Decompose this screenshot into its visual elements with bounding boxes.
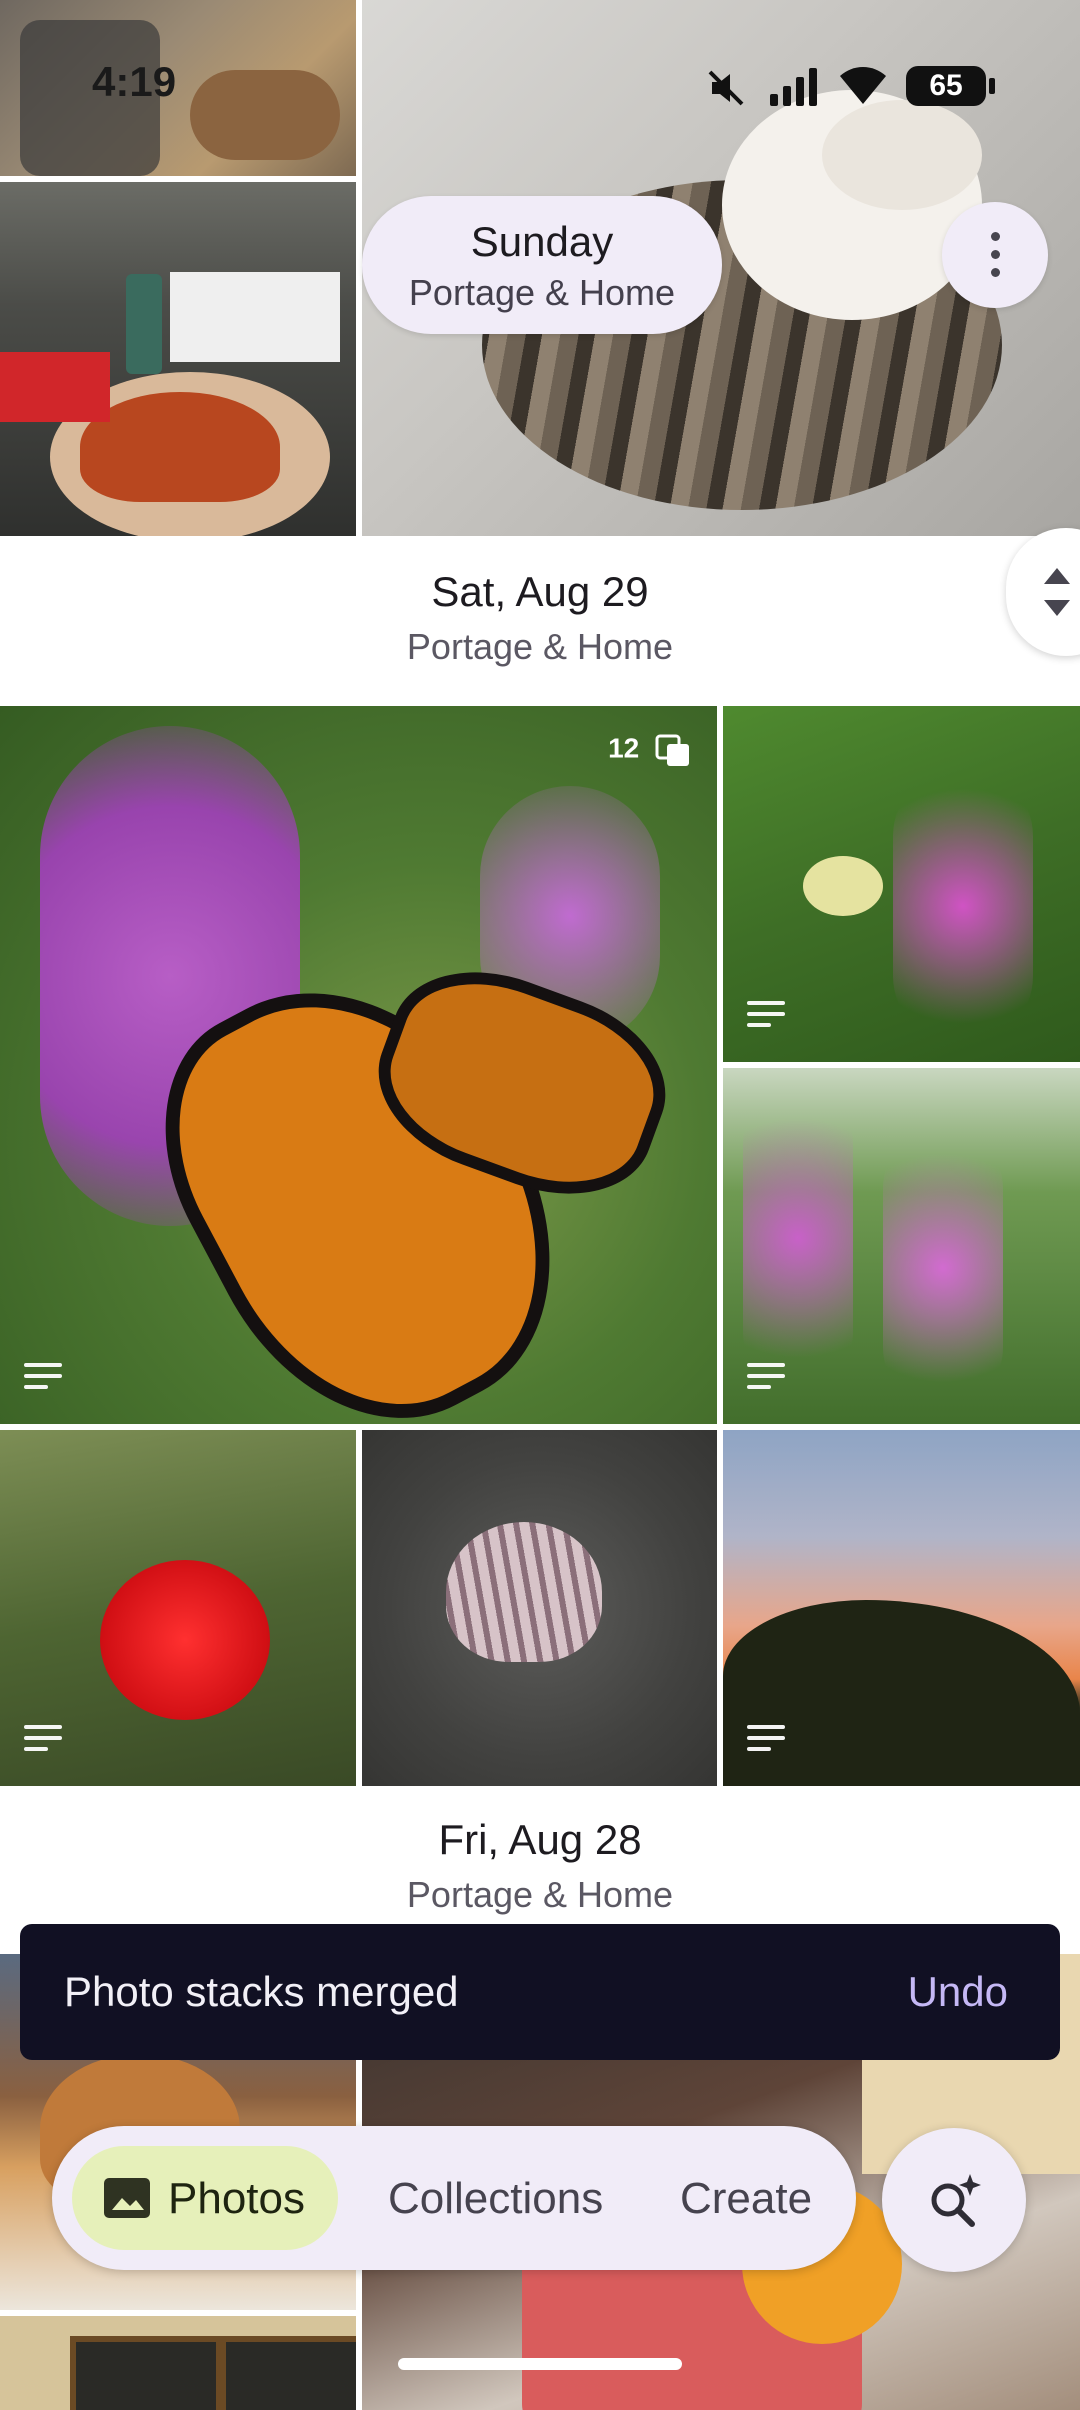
description-icon [24, 1725, 62, 1758]
photo-white-butterfly-tile[interactable] [723, 706, 1080, 1062]
description-icon [747, 1363, 785, 1396]
photo-stack-icon [655, 734, 689, 766]
description-icon [747, 1725, 785, 1758]
status-bar: 4:19 65 [0, 0, 1080, 170]
photo-monarch-stack-tile[interactable]: 12 [0, 706, 717, 1424]
section-header: Fri, Aug 28 Portage & Home [0, 1816, 1080, 1916]
photo-pizza-tile[interactable] [0, 182, 356, 536]
undo-button[interactable]: Undo [908, 1968, 1008, 2016]
wifi-icon [838, 64, 888, 111]
photo-red-berries-tile[interactable] [0, 1430, 356, 1786]
nav-collections-tab[interactable]: Collections [388, 2174, 603, 2224]
photo-purple-flowers-tile[interactable] [723, 1068, 1080, 1424]
stack-count: 12 [608, 732, 640, 764]
snackbar-message: Photo stacks merged [64, 1968, 459, 2015]
photo-sunset-tile[interactable] [723, 1430, 1080, 1786]
section-location: Portage & Home [406, 1874, 674, 1915]
status-time: 4:19 [92, 58, 177, 105]
photo-seashell-tile[interactable] [362, 1430, 717, 1786]
snackbar: Photo stacks merged Undo [20, 1924, 1060, 2060]
floating-date-location: Portage & Home [408, 272, 676, 313]
nav-photos-tab[interactable]: Photos [72, 2146, 338, 2250]
more-options-button[interactable] [942, 202, 1048, 308]
photo-food-specials-sign-tile[interactable] [0, 2316, 356, 2410]
section-location: Portage & Home [406, 626, 674, 667]
floating-date-pill: Sunday Portage & Home [362, 196, 722, 334]
more-vert-icon [991, 232, 1000, 241]
battery-icon: 65 [906, 66, 995, 106]
description-icon [747, 1001, 785, 1034]
bottom-navigation: Photos Collections Create [52, 2126, 856, 2270]
nav-create-tab[interactable]: Create [680, 2174, 812, 2224]
section-date: Sat, Aug 29 [431, 568, 649, 615]
signal-icon [768, 66, 820, 111]
section-header: Sat, Aug 29 Portage & Home [0, 568, 1080, 668]
ask-photos-search-button[interactable] [882, 2128, 1026, 2272]
floating-date-day: Sunday [470, 218, 614, 265]
section-date: Fri, Aug 28 [438, 1816, 642, 1863]
mute-icon [706, 68, 746, 113]
stack-count-badge: 12 [608, 732, 693, 768]
nav-photos-label: Photos [168, 2174, 305, 2223]
photo-icon [104, 2178, 150, 2218]
ask-photos-search-icon [931, 2174, 981, 2227]
description-icon [24, 1363, 62, 1396]
home-gesture-bar[interactable] [398, 2358, 682, 2370]
